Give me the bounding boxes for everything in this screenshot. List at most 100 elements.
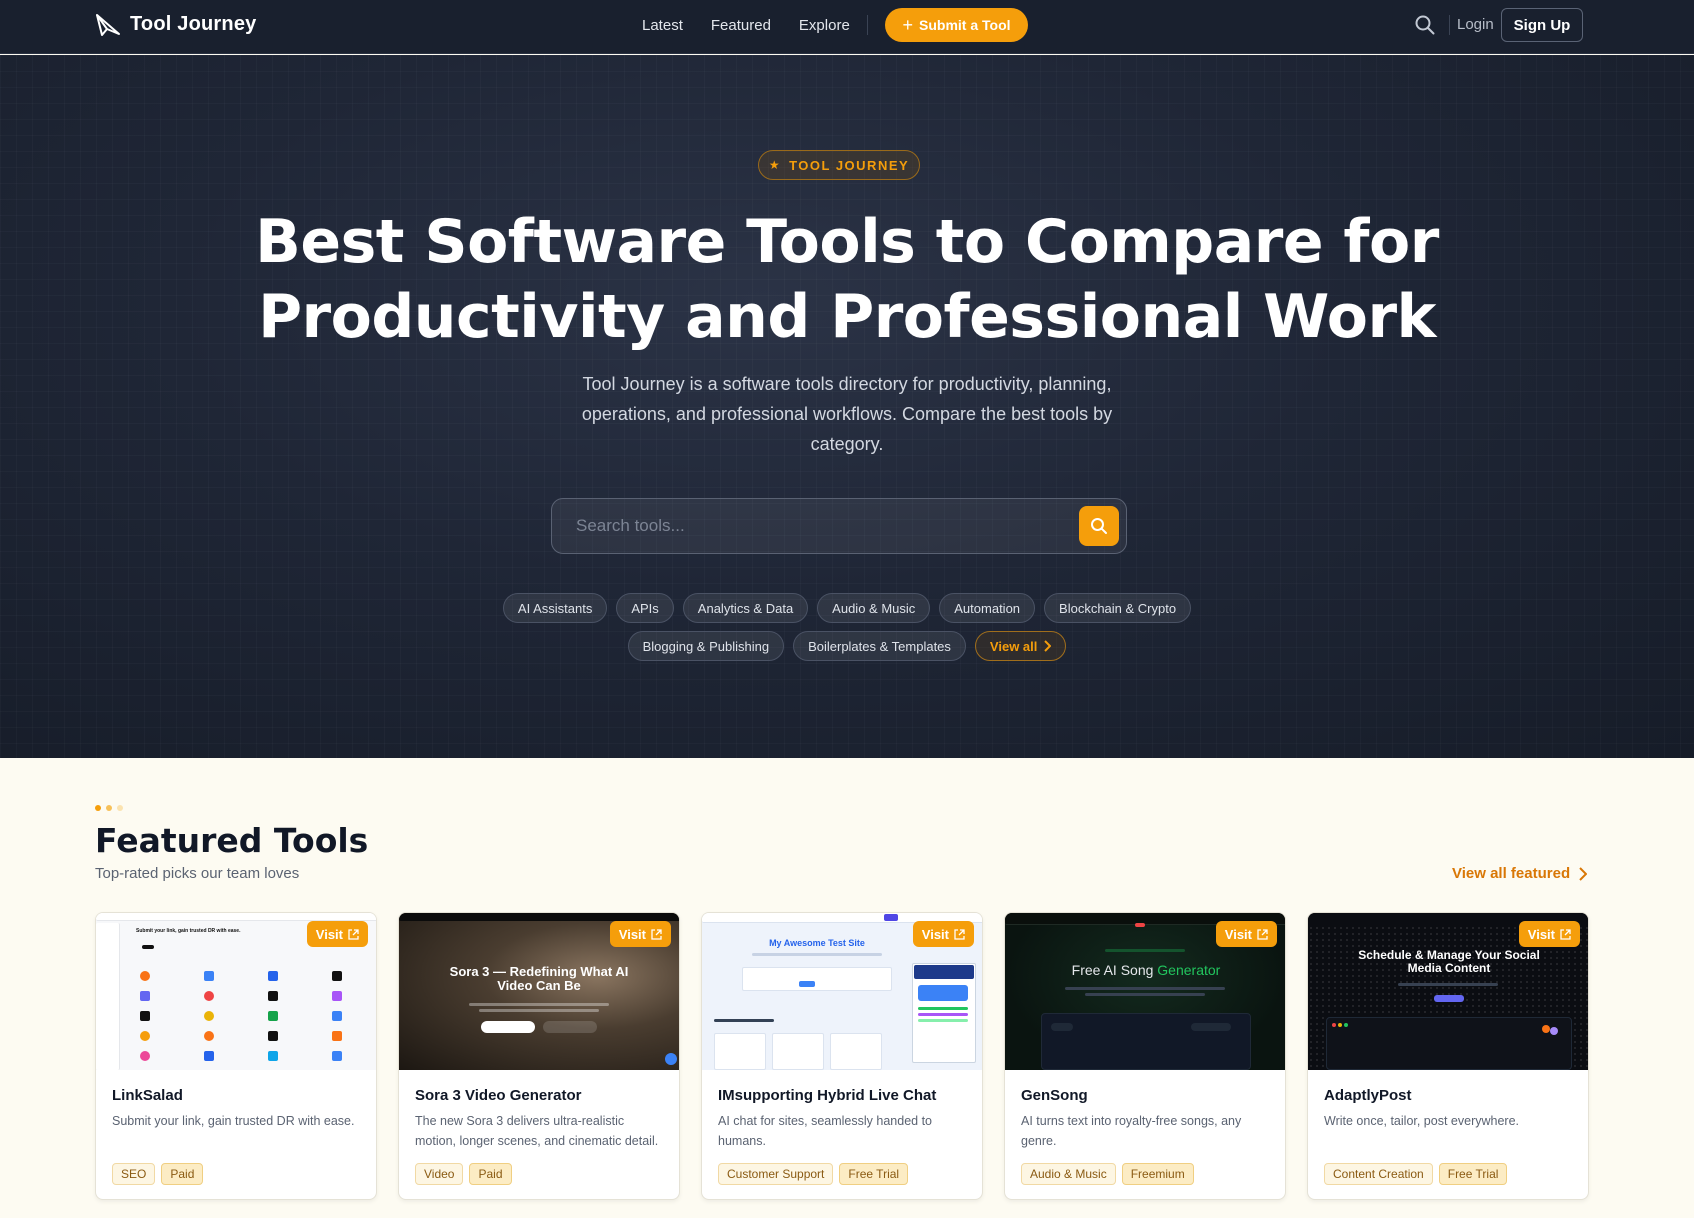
view-all-categories-button[interactable]: View all xyxy=(974,631,1067,661)
card-description: The new Sora 3 delivers ultra-realistic … xyxy=(415,1114,659,1148)
featured-subtitle: Top-rated picks our team loves xyxy=(95,865,300,882)
submit-tool-button[interactable]: + Submit a Tool xyxy=(885,8,1028,42)
search-input[interactable] xyxy=(552,499,1052,553)
thumb-headline: Submit your link, gain trusted DR with e… xyxy=(136,928,241,934)
visit-label: Visit xyxy=(315,926,343,942)
hero-subtitle: Tool Journey is a software tools directo… xyxy=(581,374,1113,454)
pricing-tag: Paid xyxy=(161,1163,204,1185)
thumb-headline-b: Generator xyxy=(1157,962,1221,978)
view-all-label: View all xyxy=(989,638,1038,654)
brand-name: Tool Journey xyxy=(130,12,257,35)
logo-paper-plane-icon xyxy=(96,14,120,36)
tool-card-adaptlypost[interactable]: Schedule & Manage Your Social Media Cont… xyxy=(1307,912,1589,1200)
search-icon xyxy=(1091,518,1107,534)
view-all-featured-link[interactable]: View all featured xyxy=(1452,865,1588,882)
external-link-icon xyxy=(1257,928,1268,940)
star-icon: ★ xyxy=(768,158,782,172)
category-tag[interactable]: Customer Support xyxy=(718,1163,834,1185)
dot xyxy=(117,805,123,811)
category-chip-automation[interactable]: Automation xyxy=(939,593,1036,623)
card-description: AI turns text into royalty-free songs, a… xyxy=(1021,1114,1242,1148)
thumb-headline: Free AI Song Generator xyxy=(1025,962,1267,978)
visit-label: Visit xyxy=(921,926,949,942)
external-link-icon xyxy=(651,928,662,940)
hero-title: Best Software Tools to Compare for Produ… xyxy=(180,205,1514,355)
tool-card-gensong[interactable]: Free AI Song Generator Visit GenSong AI … xyxy=(1004,912,1286,1200)
category-chip-apis[interactable]: APIs xyxy=(616,593,674,623)
external-link-icon xyxy=(348,928,359,940)
hero-search-box xyxy=(551,498,1127,554)
pricing-tag: Freemium xyxy=(1121,1163,1194,1185)
thumb-headline-a: Free AI Song xyxy=(1071,962,1154,978)
hero-section: ★ TOOL JOURNEY Best Software Tools to Co… xyxy=(0,55,1694,758)
card-title: AdaptlyPost xyxy=(1324,1087,1412,1104)
thumb-headline: My Awesome Test Site xyxy=(769,938,865,948)
hero-title-line2: Productivity and Professional Work xyxy=(258,282,1436,352)
card-title: LinkSalad xyxy=(112,1087,183,1104)
visit-label: Visit xyxy=(1527,926,1555,942)
nav-link-featured[interactable]: Featured xyxy=(711,17,771,34)
category-chip-blogging-publishing[interactable]: Blogging & Publishing xyxy=(627,631,785,661)
card-title: GenSong xyxy=(1021,1087,1088,1104)
brand-logo-link[interactable]: Tool Journey xyxy=(94,10,256,38)
nav-link-explore[interactable]: Explore xyxy=(799,17,850,34)
thumb-headline: Sora 3 — Redefining What AI Video Can Be xyxy=(449,964,629,994)
signup-button[interactable]: Sign Up xyxy=(1501,8,1583,42)
dot xyxy=(106,805,112,811)
section-dots xyxy=(95,805,123,811)
card-tags: SEO Paid xyxy=(112,1163,204,1185)
plus-icon: + xyxy=(902,15,913,35)
visit-label: Visit xyxy=(618,926,646,942)
external-link-icon xyxy=(954,928,965,940)
tool-card-imsupporting-hybrid-live-chat[interactable]: My Awesome Test Site Visit IMsupporting … xyxy=(701,912,983,1200)
view-all-featured-label: View all featured xyxy=(1452,865,1571,882)
visit-button[interactable]: Visit xyxy=(912,921,974,947)
search-submit-button[interactable] xyxy=(1079,506,1119,546)
dot xyxy=(95,805,101,811)
visit-label: Visit xyxy=(1224,926,1252,942)
category-tag[interactable]: Video xyxy=(415,1163,464,1185)
category-tag[interactable]: Audio & Music xyxy=(1021,1163,1116,1185)
featured-title: Featured Tools xyxy=(95,821,369,860)
pricing-tag: Free Trial xyxy=(839,1163,909,1185)
category-chip-blockchain-crypto[interactable]: Blockchain & Crypto xyxy=(1044,593,1192,623)
category-chip-ai-assistants[interactable]: AI Assistants xyxy=(502,593,608,623)
chevron-right-icon xyxy=(1579,866,1588,881)
card-title: IMsupporting Hybrid Live Chat xyxy=(718,1087,937,1104)
pricing-tag: Free Trial xyxy=(1438,1163,1508,1185)
tool-card-sora-3-video-generator[interactable]: Sora 3 — Redefining What AI Video Can Be… xyxy=(398,912,680,1200)
card-description: Write once, tailor, post everywhere. xyxy=(1324,1114,1519,1128)
hero-badge-label: TOOL JOURNEY xyxy=(789,157,910,173)
nav-divider xyxy=(1449,15,1450,35)
category-chips-row-1: AI Assistants APIs Analytics & Data Audi… xyxy=(0,593,1694,623)
card-title: Sora 3 Video Generator xyxy=(415,1087,582,1104)
search-icon[interactable] xyxy=(1414,14,1436,36)
category-tag[interactable]: SEO xyxy=(112,1163,156,1185)
visit-button[interactable]: Visit xyxy=(306,921,368,947)
visit-button[interactable]: Visit xyxy=(609,921,671,947)
hero-badge: ★ TOOL JOURNEY xyxy=(758,150,920,180)
card-tags: Content Creation Free Trial xyxy=(1324,1163,1508,1185)
card-tags: Customer Support Free Trial xyxy=(718,1163,909,1185)
featured-cards: Submit your link, gain trusted DR with e… xyxy=(95,912,1589,1200)
category-chips-row-2: Blogging & Publishing Boilerplates & Tem… xyxy=(0,631,1694,661)
card-description: Submit your link, gain trusted DR with e… xyxy=(112,1114,355,1128)
nav-link-latest[interactable]: Latest xyxy=(642,17,683,34)
tool-card-linksalad[interactable]: Submit your link, gain trusted DR with e… xyxy=(95,912,377,1200)
submit-tool-label: Submit a Tool xyxy=(919,17,1011,33)
category-chip-analytics-data[interactable]: Analytics & Data xyxy=(682,593,809,623)
pricing-tag: Paid xyxy=(469,1163,512,1185)
category-tag[interactable]: Content Creation xyxy=(1324,1163,1433,1185)
visit-button[interactable]: Visit xyxy=(1215,921,1277,947)
card-tags: Audio & Music Freemium xyxy=(1021,1163,1194,1185)
hero-title-line1: Best Software Tools to Compare for xyxy=(255,207,1439,277)
category-chip-audio-music[interactable]: Audio & Music xyxy=(817,593,931,623)
login-link[interactable]: Login xyxy=(1457,16,1494,33)
card-description: AI chat for sites, seamlessly handed to … xyxy=(718,1114,932,1148)
card-tags: Video Paid xyxy=(415,1163,512,1185)
main-nav: Latest Featured Explore xyxy=(642,0,850,50)
top-navbar: Tool Journey Latest Featured Explore + S… xyxy=(0,0,1694,54)
external-link-icon xyxy=(1560,928,1571,940)
category-chip-boilerplates-templates[interactable]: Boilerplates & Templates xyxy=(793,631,966,661)
visit-button[interactable]: Visit xyxy=(1518,921,1580,947)
